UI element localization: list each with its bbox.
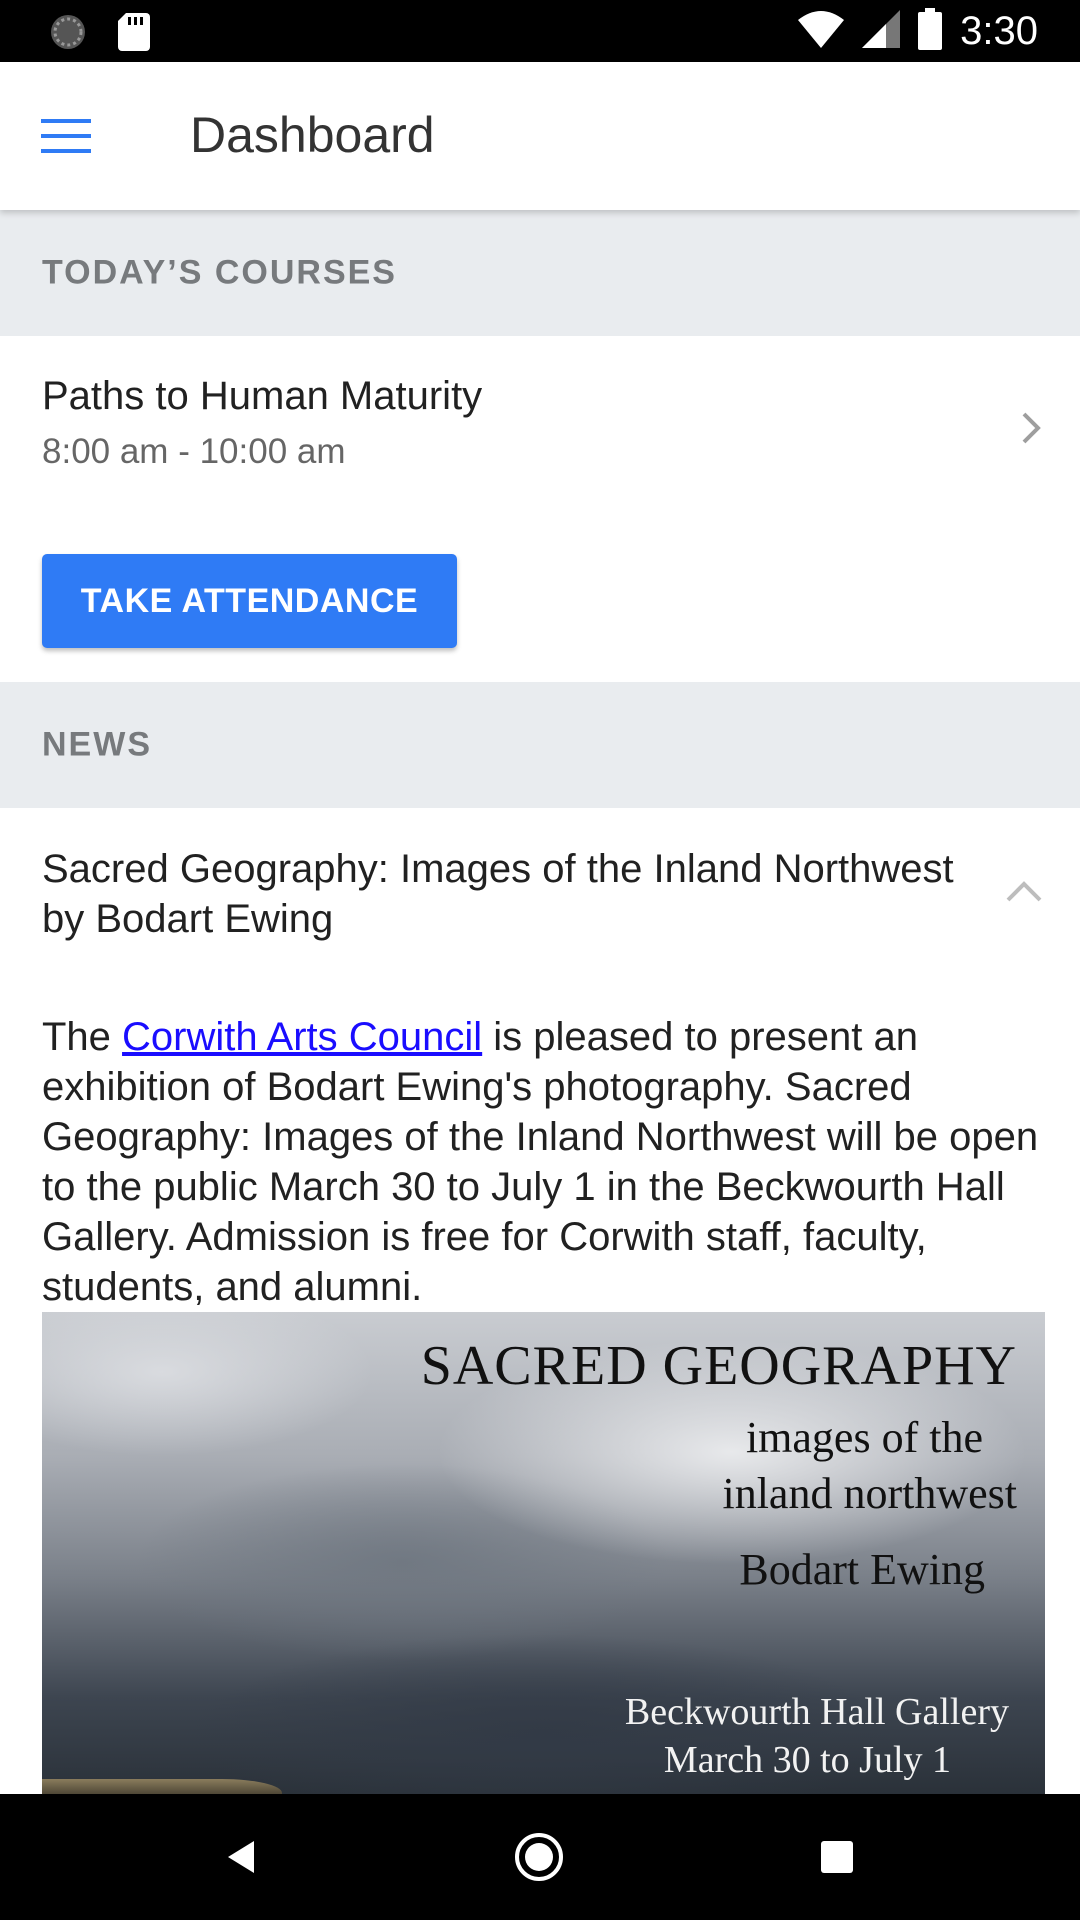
poster-venue: Beckwourth Hall Gallery xyxy=(624,1691,1009,1733)
signal-icon xyxy=(862,9,901,53)
poster-dates: March 30 to July 1 xyxy=(663,1739,951,1781)
app-bar: Dashboard xyxy=(0,62,1080,210)
news-section-header: NEWS xyxy=(0,682,1080,808)
wifi-icon xyxy=(798,10,845,53)
news-item-body: The Corwith Arts Council is pleased to p… xyxy=(42,1012,1042,1312)
corwith-arts-council-link[interactable]: Corwith Arts Council xyxy=(122,1015,482,1059)
recents-icon[interactable] xyxy=(804,1824,870,1890)
news-body-text: The xyxy=(42,1015,123,1059)
news-section-title: NEWS xyxy=(42,725,152,764)
status-clock: 3:30 xyxy=(960,8,1038,53)
news-body-text: is pleased to present an exhibition of B… xyxy=(42,1015,1039,1309)
take-attendance-button[interactable]: TAKE ATTENDANCE xyxy=(42,554,457,648)
exhibition-poster-image: SACRED GEOGRAPHY images of the inland no… xyxy=(42,1312,1045,1795)
back-icon[interactable] xyxy=(207,1824,273,1890)
sync-icon xyxy=(48,12,88,57)
poster-artist: Bodart Ewing xyxy=(739,1545,985,1594)
hamburger-menu-icon[interactable] xyxy=(30,106,102,166)
course-list-item[interactable]: Paths to Human Maturity 8:00 am - 10:00 … xyxy=(0,336,1080,522)
system-nav-bar xyxy=(0,1794,1080,1920)
poster-subtitle-line2: inland northwest xyxy=(722,1469,1017,1518)
course-time: 8:00 am - 10:00 am xyxy=(42,432,346,471)
poster-landscape-ridge xyxy=(42,1779,282,1795)
battery-icon xyxy=(918,7,943,55)
news-item-title[interactable]: Sacred Geography: Images of the Inland N… xyxy=(42,844,1002,944)
chevron-right-icon xyxy=(1010,408,1050,448)
page-title: Dashboard xyxy=(190,107,435,163)
course-title: Paths to Human Maturity xyxy=(42,374,483,418)
courses-section-header: TODAY’S COURSES xyxy=(0,210,1080,336)
home-icon[interactable] xyxy=(506,1824,572,1890)
sd-card-icon xyxy=(118,13,150,56)
chevron-up-icon[interactable] xyxy=(1002,870,1046,914)
poster-subtitle-line1: images of the xyxy=(745,1413,983,1462)
status-bar: 3:30 xyxy=(0,0,1080,62)
poster-title: SACRED GEOGRAPHY xyxy=(420,1335,1017,1397)
courses-section-title: TODAY’S COURSES xyxy=(42,253,397,292)
